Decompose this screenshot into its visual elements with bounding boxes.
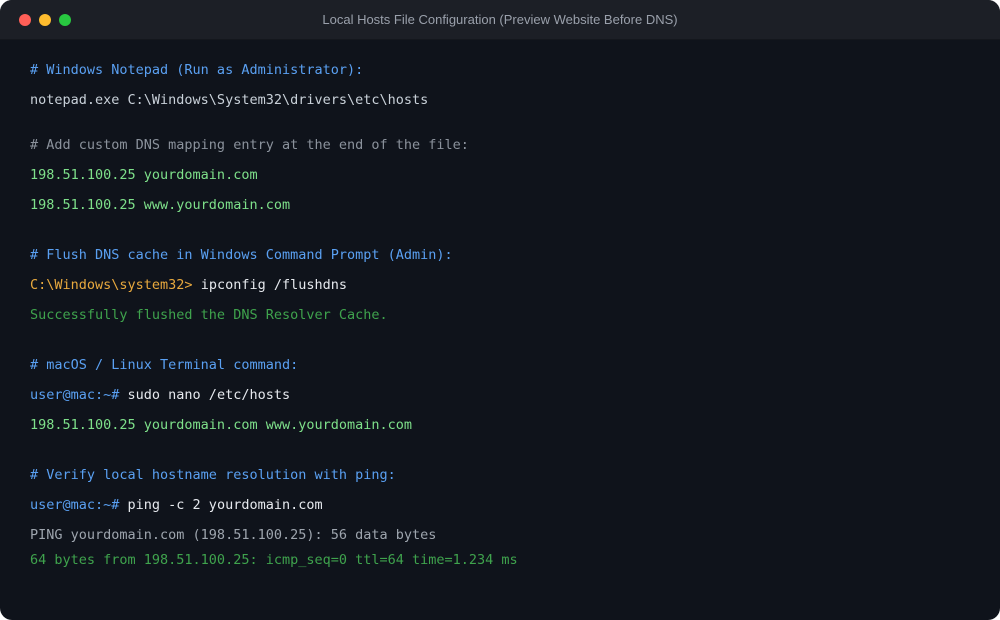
flush-command-line: C:\Windows\system32> ipconfig /flushdns [30,275,347,295]
windows-command-line: notepad.exe C:\Windows\System32\drivers\… [30,92,429,108]
title-bar[interactable]: Local Hosts File Configuration (Preview … [0,0,1000,40]
nano-command: sudo nano /etc/hosts [119,387,291,403]
hosts-entry-line: 198.51.100.25 yourdomain.com [30,167,258,183]
windows-prompt: C:\Windows\system32> [30,277,193,293]
hosts-entry-www-line: 198.51.100.25 www.yourdomain.com [30,197,291,213]
ping-command: ping -c 2 yourdomain.com [119,497,323,513]
ping-command-line: user@mac:~# ping -c 2 yourdomain.com [30,495,323,515]
ping-header-line: PING yourdomain.com (198.51.100.25): 56 … [30,527,437,543]
ping-reply-line: 64 bytes from 198.51.100.25: icmp_seq=0 … [30,552,518,568]
unix-prompt: user@mac:~# [30,497,120,513]
unix-prompt: user@mac:~# [30,387,120,403]
terminal-window: Local Hosts File Configuration (Preview … [0,0,1000,620]
window-title: Local Hosts File Configuration (Preview … [322,12,678,27]
flush-comment-line: # Flush DNS cache in Windows Command Pro… [30,247,453,263]
windows-comment-line: # Windows Notepad (Run as Administrator)… [30,62,364,78]
flush-output-line: Successfully flushed the DNS Resolver Ca… [30,307,388,323]
unix-hosts-entry-line: 198.51.100.25 yourdomain.com www.yourdom… [30,417,413,433]
unix-command-line: user@mac:~# sudo nano /etc/hosts [30,385,290,405]
add-entry-comment-line: # Add custom DNS mapping entry at the en… [30,137,469,153]
flush-command: ipconfig /flushdns [192,277,347,293]
unix-comment-line: # macOS / Linux Terminal command: [30,357,299,373]
verify-comment-line: # Verify local hostname resolution with … [30,467,396,483]
terminal-output[interactable]: # Windows Notepad (Run as Administrator)… [30,40,980,568]
